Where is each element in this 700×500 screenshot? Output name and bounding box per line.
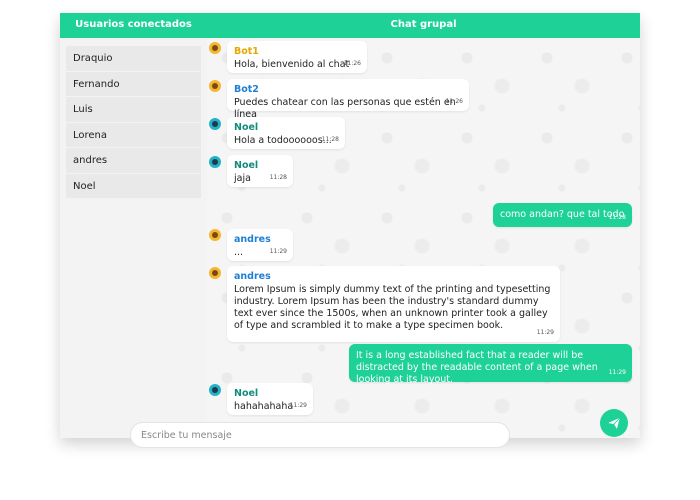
send-button[interactable]: [600, 409, 628, 437]
message-text: Lorem Ipsum is simply dummy text of the …: [234, 284, 551, 331]
user-avatar-icon: [209, 384, 221, 396]
message-text: Hola a todoooooos...: [234, 135, 332, 146]
bot-avatar-icon: [209, 42, 221, 54]
bot-avatar-icon: [209, 229, 221, 241]
message-bubble: Noel Hola a todoooooos... 11:28: [227, 117, 345, 149]
sender-name: Bot2: [234, 84, 259, 95]
user-avatar-icon: [209, 118, 221, 130]
user-item[interactable]: Luis: [66, 97, 201, 123]
chat-panel-title: Chat grupal: [390, 19, 457, 30]
message-time: 11:28: [321, 136, 339, 143]
user-item[interactable]: Draquio: [66, 46, 201, 72]
message-text: Hola, bienvenido al chat: [234, 59, 350, 70]
message-time: 11:29: [269, 248, 287, 255]
sender-name: Noel: [234, 388, 259, 399]
message-time: 11:28: [269, 174, 287, 181]
message-time: 11:29: [536, 329, 554, 336]
user-item[interactable]: Noel: [66, 173, 201, 199]
message-text: jaja: [234, 173, 251, 184]
message-bubble: Bot2 Puedes chatear con las personas que…: [227, 79, 469, 120]
bot-avatar-icon: [209, 80, 221, 92]
message-bubble: Noel jaja 11:28: [227, 155, 293, 187]
sender-name: andres: [234, 271, 271, 282]
message-time: 11:29: [289, 402, 307, 409]
message-time: 11:26: [343, 60, 361, 67]
user-avatar-icon: [209, 156, 221, 168]
user-item[interactable]: Fernando: [66, 71, 201, 97]
message-time: 11:28: [608, 214, 626, 221]
sender-name: Noel: [234, 160, 259, 171]
connected-users-list: Draquio Fernando Luis Lorena andres Noel: [66, 46, 201, 199]
message-bubble: andres ... 11:29: [227, 229, 293, 261]
sender-name: Bot1: [234, 46, 259, 57]
user-item[interactable]: Lorena: [66, 122, 201, 148]
message-time: 11:29: [608, 369, 626, 376]
users-panel-title: Usuarios conectados: [75, 19, 192, 30]
own-message-bubble: It is a long established fact that a rea…: [349, 344, 632, 385]
sender-name: andres: [234, 234, 271, 245]
user-item[interactable]: andres: [66, 148, 201, 174]
app-header: Usuarios conectados Chat grupal: [60, 13, 640, 38]
chat-messages-area[interactable]: Bot1 Hola, bienvenido al chat 11:26 Bot2…: [207, 38, 640, 438]
message-bubble: Bot1 Hola, bienvenido al chat 11:26: [227, 41, 367, 73]
chat-app-window: Usuarios conectados Chat grupal Draquio …: [60, 13, 640, 448]
message-text: ...: [234, 247, 244, 258]
sender-name: Noel: [234, 122, 259, 133]
message-input[interactable]: [130, 422, 510, 448]
message-bubble: Noel hahahahaha 11:29: [227, 383, 313, 415]
send-icon: [608, 417, 621, 429]
bot-avatar-icon: [209, 267, 221, 279]
message-text: como andan? que tal todo: [500, 209, 625, 220]
own-message-bubble: como andan? que tal todo 11:28: [493, 203, 632, 227]
users-sidebar: Draquio Fernando Luis Lorena andres Noel: [60, 38, 207, 438]
message-text: hahahahaha: [234, 401, 294, 412]
message-text: It is a long established fact that a rea…: [356, 350, 598, 385]
message-time: 11:26: [445, 98, 463, 105]
message-bubble: andres Lorem Ipsum is simply dummy text …: [227, 266, 560, 342]
